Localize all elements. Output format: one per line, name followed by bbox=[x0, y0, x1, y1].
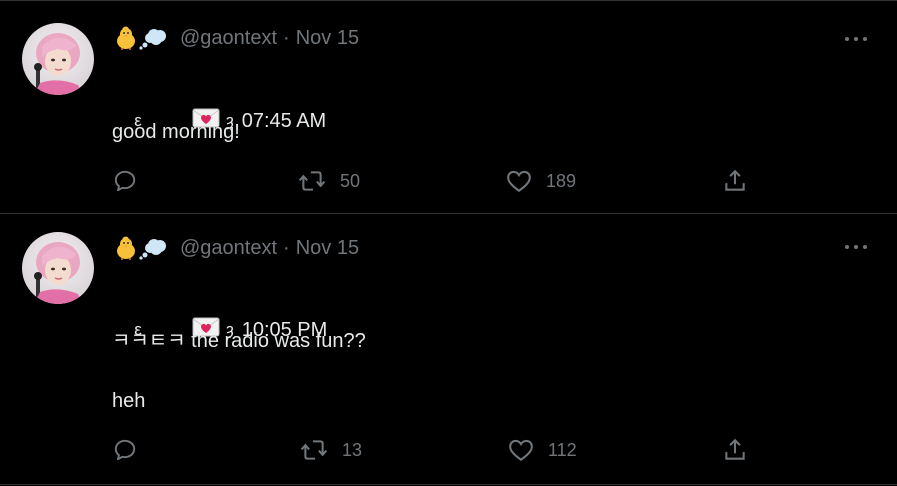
reply-button[interactable] bbox=[112, 166, 138, 196]
separator-dot: · bbox=[283, 237, 290, 259]
thought-balloon-icon bbox=[139, 29, 166, 50]
retweet-button[interactable]: 50 bbox=[298, 166, 360, 196]
tweet-handle[interactable]: @gaontext bbox=[180, 236, 277, 260]
avatar[interactable] bbox=[22, 232, 94, 304]
like-icon bbox=[509, 439, 533, 462]
avatar[interactable] bbox=[22, 23, 94, 95]
thought-balloon-icon bbox=[139, 239, 166, 260]
display-name[interactable] bbox=[114, 236, 168, 260]
tweet-actions: 13 112 bbox=[0, 435, 897, 465]
like-icon bbox=[507, 170, 531, 193]
tweet-date[interactable]: Nov 15 bbox=[296, 236, 359, 260]
reply-icon bbox=[114, 170, 136, 192]
tweet-time: 07:45 AM bbox=[241, 110, 327, 132]
more-icon[interactable] bbox=[845, 237, 867, 257]
share-icon bbox=[725, 438, 745, 460]
reply-button[interactable] bbox=[112, 435, 138, 465]
tweet[interactable]: @gaontext · Nov 15 ε ȝ 10:05 PM ㅋㅋㅌㅋ the… bbox=[0, 214, 897, 484]
like-count: 189 bbox=[546, 170, 577, 191]
display-name[interactable] bbox=[114, 26, 168, 50]
tweet-header: @gaontext · Nov 15 bbox=[114, 236, 359, 260]
share-button[interactable] bbox=[722, 435, 748, 465]
reply-icon bbox=[114, 439, 136, 461]
tweet-body: good morning! bbox=[112, 121, 240, 143]
tweet-actions: 50 189 bbox=[0, 166, 897, 196]
tweet[interactable]: @gaontext · Nov 15 ε ȝ 07:45 AM good mor… bbox=[0, 1, 897, 213]
retweet-button[interactable]: 13 bbox=[300, 435, 362, 465]
divider bbox=[0, 484, 897, 485]
like-button[interactable]: 112 bbox=[508, 435, 577, 465]
tweet-date[interactable]: Nov 15 bbox=[296, 26, 359, 50]
retweet-icon bbox=[298, 171, 326, 191]
separator-dot: · bbox=[283, 27, 290, 49]
chick-emoji-icon bbox=[117, 26, 135, 50]
more-icon[interactable] bbox=[845, 29, 867, 49]
tweet-body-line: heh bbox=[112, 390, 146, 412]
like-count: 112 bbox=[548, 439, 577, 460]
retweet-icon bbox=[300, 440, 328, 460]
like-button[interactable]: 189 bbox=[506, 166, 576, 196]
share-button[interactable] bbox=[722, 166, 748, 196]
retweet-count: 13 bbox=[342, 439, 363, 460]
retweet-count: 50 bbox=[340, 170, 361, 191]
tweet-body-line: ㅋㅋㅌㅋ the radio was fun?? bbox=[112, 330, 366, 352]
tweet-header: @gaontext · Nov 15 bbox=[114, 26, 359, 50]
chick-emoji-icon bbox=[117, 236, 135, 260]
tweet-handle[interactable]: @gaontext bbox=[180, 26, 277, 50]
share-icon bbox=[725, 169, 745, 191]
